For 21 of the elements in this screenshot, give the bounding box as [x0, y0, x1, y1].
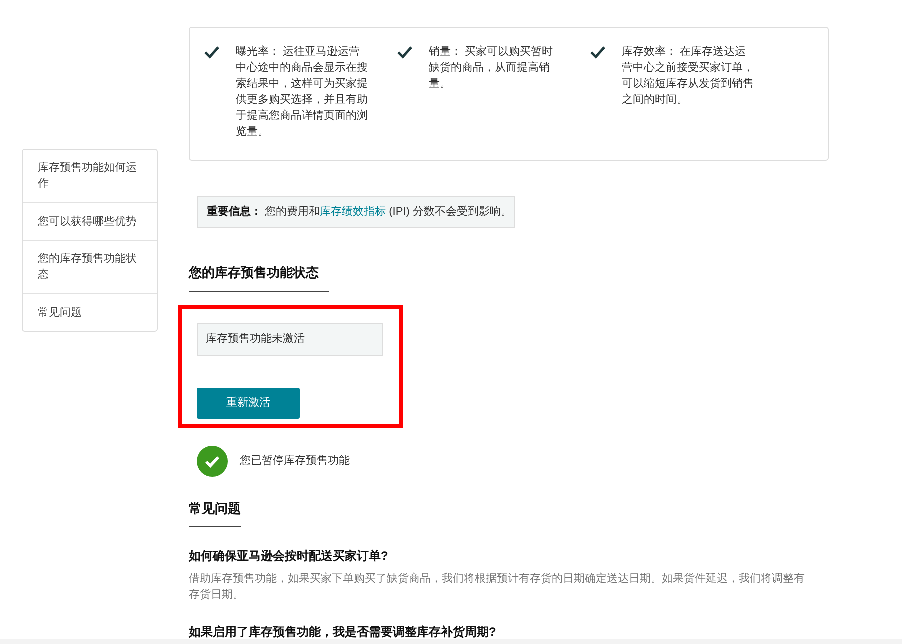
reactivate-button[interactable]: 重新激活	[197, 388, 300, 418]
status-message: 您已暂停库存预售功能	[240, 454, 350, 469]
faq-question: 如果启用了库存预售功能，我是否需要调整库存补货周期?	[189, 624, 498, 641]
faq-answer: 借助库存预售功能，如果买家下单购买了缺货商品，我们将根据预计有存货的日期确定送达日期。如果货件延迟，我们将调整有存货日期。	[189, 572, 806, 603]
sidebar-item[interactable]: 常见问题	[23, 293, 157, 331]
section-heading: 您的库存预售功能状态	[189, 263, 329, 292]
checkmark-icon	[397, 46, 413, 59]
sidebar-item[interactable]: 您可以获得哪些优势	[23, 202, 157, 240]
benefit-text: 曝光率： 运往亚马逊运营中心途中的商品会显示在搜索结果中，这样可为买家提供更多购买选择，并且有助于提高您商品详情页面的浏览量。	[236, 44, 369, 140]
success-check-icon	[197, 446, 228, 476]
faq-heading: 常见问题	[189, 498, 241, 527]
benefit-text: 库存效率： 在库存送达运营中心之前接受买家订单，可以缩短库存从发货到销售之间的时间。	[622, 44, 755, 108]
checkmark-icon	[590, 46, 606, 59]
status-field: 库存预售功能未激活	[197, 322, 383, 356]
sidebar-item[interactable]: 库存预售功能如何运作	[23, 150, 157, 202]
faq-question: 如何确保亚马逊会按时配送买家订单?	[189, 548, 390, 565]
ipi-link[interactable]: 库存绩效指标	[320, 206, 386, 218]
sidebar-item[interactable]: 您的库存预售功能状态	[23, 240, 157, 293]
benefit-text: 销量： 买家可以购买暂时缺货的商品，从而提高销量。	[429, 44, 554, 92]
notice-text: 重要信息： 您的费用和库存绩效指标 (IPI) 分数不会受到影响。	[207, 204, 512, 220]
checkmark-icon	[204, 46, 220, 59]
